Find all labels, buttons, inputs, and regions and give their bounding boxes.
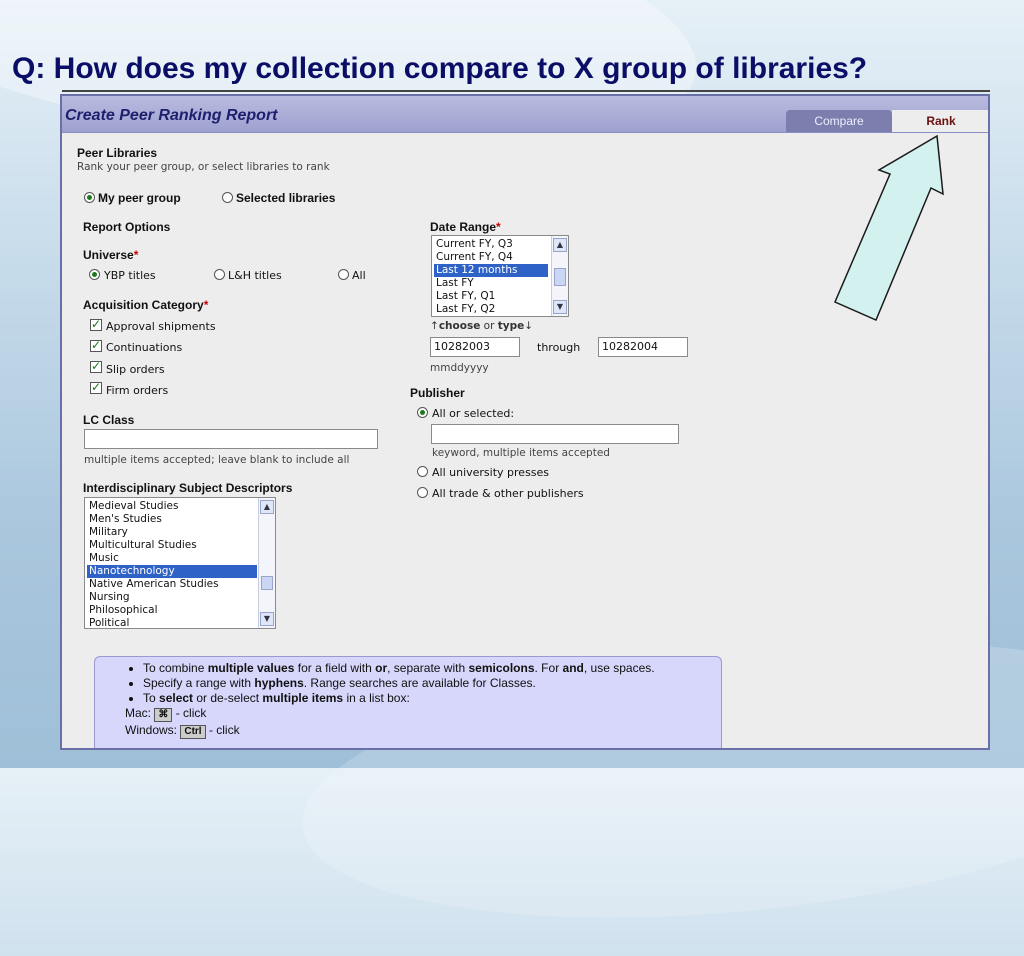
checkbox-continuations[interactable] — [90, 338, 102, 352]
checkbox-slip-orders[interactable] — [90, 359, 102, 373]
help-tip: To combine multiple values for a field w… — [143, 661, 721, 676]
publisher-keyword-hint: keyword, multiple items accepted — [432, 447, 610, 459]
list-item[interactable]: Men's Studies — [87, 513, 257, 526]
scroll-up-icon[interactable]: ▲ — [260, 500, 274, 514]
list-item[interactable]: Last FY, Q1 — [434, 290, 548, 303]
checkbox-slip-orders-label: Slip orders — [106, 363, 165, 376]
title-divider — [62, 90, 990, 92]
date-range-listbox[interactable]: Current FY, Q3 Current FY, Q4 Last 12 mo… — [431, 235, 569, 317]
radio-university-presses[interactable] — [417, 466, 428, 477]
checkbox-approval-shipments[interactable] — [90, 317, 102, 331]
date-from-input[interactable]: 10282003 — [430, 337, 520, 357]
tab-rank[interactable]: Rank — [892, 110, 988, 132]
publisher-keyword-input[interactable] — [431, 424, 679, 444]
radio-ybp-titles[interactable] — [89, 269, 100, 280]
checkbox-continuations-label: Continuations — [106, 341, 183, 354]
app-header: Create Peer Ranking Report Compare Rank — [62, 96, 988, 133]
scroll-up-icon[interactable]: ▲ — [553, 238, 567, 252]
help-tips-box: To combine multiple values for a field w… — [94, 656, 722, 748]
radio-my-peer-group[interactable] — [84, 192, 95, 203]
radio-university-presses-label: All university presses — [432, 466, 550, 479]
slide-title: Q: How does my collection compare to X g… — [12, 52, 868, 85]
subject-descriptors-label: Interdisciplinary Subject Descriptors — [83, 481, 293, 495]
help-mac-shortcut: Mac: ⌘ - click — [125, 706, 207, 722]
lc-class-label: LC Class — [83, 413, 135, 427]
radio-lh-titles-label: L&H titles — [228, 269, 282, 282]
list-item[interactable]: Last FY — [434, 277, 548, 290]
choose-or-type-hint: ↑choose or type↓ — [430, 320, 534, 332]
help-tip: To select or de-select multiple items in… — [143, 691, 721, 706]
list-item[interactable]: Music — [87, 552, 257, 565]
radio-all-universe-label: All — [352, 269, 366, 282]
date-to-input[interactable]: 10282004 — [598, 337, 688, 357]
pointer-arrow-icon — [834, 134, 944, 321]
help-tip: Specify a range with hyphens. Range sear… — [143, 676, 721, 691]
radio-all-universe[interactable] — [338, 269, 349, 280]
lc-class-hint: multiple items accepted; leave blank to … — [84, 454, 350, 466]
date-range-label: Date Range* — [430, 220, 501, 234]
checkbox-approval-shipments-label: Approval shipments — [106, 320, 216, 333]
up-arrow-icon: ↑ — [430, 320, 439, 332]
scroll-down-icon[interactable]: ▼ — [260, 612, 274, 626]
list-item[interactable]: Current FY, Q3 — [434, 238, 548, 251]
peer-libraries-heading: Peer Libraries — [77, 146, 158, 160]
list-item[interactable]: Military — [87, 526, 257, 539]
tab-compare[interactable]: Compare — [786, 110, 892, 132]
radio-lh-titles[interactable] — [214, 269, 225, 280]
app-title: Create Peer Ranking Report — [65, 107, 278, 124]
radio-trade-publishers[interactable] — [417, 487, 428, 498]
list-item[interactable]: Political — [87, 617, 257, 628]
radio-ybp-titles-label: YBP titles — [104, 269, 156, 282]
scroll-down-icon[interactable]: ▼ — [553, 300, 567, 314]
list-item-selected[interactable]: Nanotechnology — [87, 565, 257, 578]
help-windows-shortcut: Windows: Ctrl - click — [125, 723, 240, 739]
listbox-scrollbar[interactable]: ▲ ▼ — [551, 236, 568, 316]
list-item[interactable]: Nursing — [87, 591, 257, 604]
date-through-label: through — [537, 341, 581, 354]
universe-label: Universe* — [83, 248, 139, 262]
list-item[interactable]: Medieval Studies — [87, 500, 257, 513]
ctrl-key-icon: Ctrl — [180, 725, 206, 739]
pointer-arrow-shape — [834, 134, 944, 321]
scroll-thumb[interactable] — [261, 576, 273, 590]
radio-publisher-all-or-selected[interactable] — [417, 407, 428, 418]
radio-trade-publishers-label: All trade & other publishers — [432, 487, 584, 500]
checkbox-firm-orders-label: Firm orders — [106, 384, 169, 397]
date-format-hint: mmddyyyy — [430, 362, 489, 374]
down-arrow-icon: ↓ — [524, 320, 534, 332]
list-item[interactable]: Multicultural Studies — [87, 539, 257, 552]
list-item[interactable]: Current FY, Q4 — [434, 251, 548, 264]
list-item[interactable]: Last FY, Q2 — [434, 303, 548, 316]
scroll-thumb[interactable] — [554, 268, 566, 286]
report-options-heading: Report Options — [83, 220, 171, 234]
publisher-label: Publisher — [410, 386, 465, 400]
list-item[interactable]: Native American Studies — [87, 578, 257, 591]
radio-selected-libraries-label: Selected libraries — [236, 191, 336, 205]
subject-descriptors-listbox[interactable]: Medieval Studies Men's Studies Military … — [84, 497, 276, 629]
radio-my-peer-group-label: My peer group — [98, 191, 181, 205]
checkbox-firm-orders[interactable] — [90, 380, 102, 394]
listbox-scrollbar[interactable]: ▲ ▼ — [258, 498, 275, 628]
list-item[interactable]: Philosophical — [87, 604, 257, 617]
peer-libraries-subtitle: Rank your peer group, or select librarie… — [77, 161, 330, 173]
command-key-icon: ⌘ — [154, 708, 173, 722]
list-item-selected[interactable]: Last 12 months — [434, 264, 548, 277]
lc-class-input[interactable] — [84, 429, 378, 449]
radio-publisher-all-or-selected-label: All or selected: — [432, 407, 515, 420]
radio-selected-libraries[interactable] — [222, 192, 233, 203]
acquisition-category-label: Acquisition Category* — [83, 298, 209, 312]
